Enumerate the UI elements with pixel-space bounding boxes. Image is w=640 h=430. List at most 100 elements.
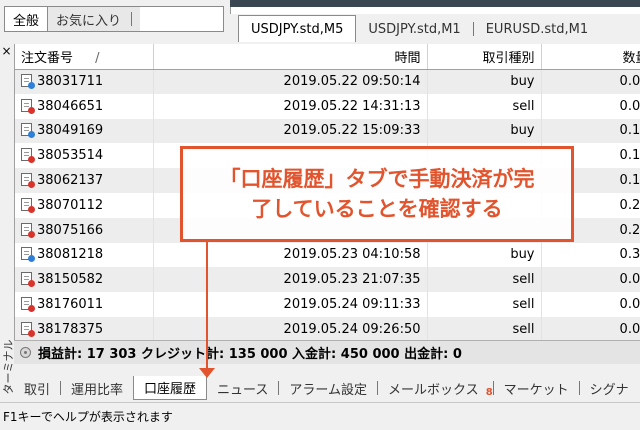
- annotation-arrow-line: [206, 241, 208, 371]
- qty-cell: 0.30: [541, 242, 640, 268]
- nav-tab-favorites-label: お気に入り: [56, 13, 122, 29]
- order-document-icon: [21, 148, 35, 164]
- status-text: F1キーでヘルプが表示されます: [3, 410, 173, 424]
- table-row[interactable]: 38081218 2019.05.23 04:10:58 buy 0.30: [15, 242, 640, 268]
- time-cell: 2019.05.23 04:10:58: [153, 242, 428, 268]
- order-status-dot-icon: [28, 181, 35, 189]
- nav-separator: [131, 12, 133, 26]
- summary-icon: [20, 347, 31, 358]
- tab-news[interactable]: ニュース: [207, 377, 278, 399]
- order-number: 38031711: [37, 74, 104, 90]
- order-status-dot-icon: [28, 329, 35, 337]
- chart-window-frame: [230, 7, 640, 14]
- order-number: 38178375: [37, 321, 104, 337]
- tab-alerts[interactable]: アラーム設定: [279, 377, 377, 399]
- time-cell: 2019.05.22 09:50:14: [153, 69, 428, 94]
- time-cell: 2019.05.24 09:26:50: [153, 316, 428, 340]
- column-header-type[interactable]: 取引種別: [427, 44, 542, 70]
- tab-signals[interactable]: シグナ: [580, 377, 639, 399]
- order-document-icon: [21, 321, 35, 337]
- order-document-icon: [21, 297, 35, 313]
- column-header-order-label: 注文番号: [21, 50, 74, 66]
- order-cell: 38046651: [15, 93, 154, 119]
- table-header-row: 注文番号 / 時間 取引種別 数量: [15, 44, 640, 70]
- column-header-qty[interactable]: 数量: [541, 44, 640, 70]
- order-number: 38062137: [37, 173, 104, 189]
- qty-cell: 0.05: [541, 69, 640, 94]
- annotation-arrow-head-icon: [199, 368, 215, 378]
- terminal-side-label: ターミナル: [0, 338, 15, 400]
- order-number: 38049169: [37, 123, 104, 139]
- tab-market[interactable]: マーケット: [494, 377, 579, 399]
- order-document-icon: [21, 222, 35, 238]
- nav-tab-general[interactable]: 全般: [5, 7, 49, 31]
- navigator-tabs: 全般 お気に入り: [4, 6, 224, 32]
- time-cell: 2019.05.22 14:31:13: [153, 93, 428, 119]
- summary-text: 損益計: 17 303 クレジット計: 135 000 入金計: 450 000…: [38, 347, 462, 362]
- annotation-callout: 「口座履歴」タブで手動決済が完 了していることを確認する: [180, 146, 574, 242]
- tab-exposure[interactable]: 運用比率: [61, 377, 133, 399]
- order-status-dot-icon: [28, 305, 35, 313]
- column-header-order[interactable]: 注文番号 /: [15, 44, 154, 70]
- chart-tab-usdjpy-m1[interactable]: USDJPY.std,M1: [356, 17, 472, 42]
- table-row[interactable]: 38150582 2019.05.23 21:07:35 sell 0.05: [15, 267, 640, 293]
- order-cell: 38062137: [15, 168, 154, 193]
- table-row[interactable]: 38049169 2019.05.22 15:09:33 buy 0.10: [15, 118, 640, 144]
- chart-tab-eurusd-m1[interactable]: EURUSD.std,M1: [474, 17, 600, 42]
- order-document-icon: [21, 173, 35, 189]
- terminal-label: ターミナル: [2, 339, 15, 395]
- order-number: 38053514: [37, 148, 104, 164]
- mailbox-count-badge: 8: [485, 387, 493, 398]
- close-icon[interactable]: ×: [0, 44, 13, 58]
- table-row[interactable]: 38176011 2019.05.24 09:11:33 sell 0.05: [15, 292, 640, 317]
- time-cell: 2019.05.23 21:07:35: [153, 267, 428, 293]
- type-cell: sell: [427, 93, 542, 119]
- order-status-dot-icon: [28, 230, 35, 238]
- summary-bar: 損益計: 17 303 クレジット計: 135 000 入金計: 450 000…: [14, 340, 640, 364]
- order-status-dot-icon: [28, 280, 35, 288]
- order-cell: 38176011: [15, 292, 154, 317]
- annotation-line-1: 「口座履歴」タブで手動決済が完: [219, 167, 535, 191]
- order-status-dot-icon: [28, 156, 35, 164]
- order-document-icon: [21, 197, 35, 213]
- tab-trade[interactable]: 取引: [14, 377, 60, 399]
- order-cell: 38178375: [15, 316, 154, 340]
- order-number: 38070112: [37, 197, 104, 213]
- qty-cell: 0.10: [541, 118, 640, 144]
- table-row[interactable]: 38031711 2019.05.22 09:50:14 buy 0.05: [15, 69, 640, 94]
- order-number: 38150582: [37, 272, 104, 288]
- qty-cell: 0.05: [541, 93, 640, 119]
- tab-mailbox[interactable]: メールボックス 8: [378, 377, 493, 399]
- order-document-icon: [21, 272, 35, 288]
- chart-tabs: USDJPY.std,M5 USDJPY.std,M1 EURUSD.std,M…: [238, 15, 600, 42]
- sort-indicator-icon: /: [95, 50, 100, 66]
- order-document-icon: [21, 123, 35, 139]
- column-header-time[interactable]: 時間: [153, 44, 428, 70]
- type-cell: sell: [427, 267, 542, 293]
- order-status-dot-icon: [28, 205, 35, 213]
- tab-account-history[interactable]: 口座履歴: [133, 376, 208, 400]
- type-cell: buy: [427, 69, 542, 94]
- order-cell: 38081218: [15, 242, 154, 268]
- order-status-dot-icon: [28, 255, 35, 263]
- order-number: 38081218: [37, 247, 104, 263]
- order-document-icon: [21, 98, 35, 114]
- terminal-tabs: 取引 運用比率 口座履歴 ニュース アラーム設定 メールボックス 8 マーケット…: [14, 376, 640, 400]
- order-cell: 38150582: [15, 267, 154, 293]
- order-document-icon: [21, 74, 35, 90]
- order-document-icon: [21, 247, 35, 263]
- order-cell: 38075166: [15, 217, 154, 243]
- chart-tab-usdjpy-m5[interactable]: USDJPY.std,M5: [238, 15, 357, 42]
- order-number: 38075166: [37, 222, 104, 238]
- qty-cell: 0.05: [541, 267, 640, 293]
- table-row[interactable]: 38046651 2019.05.22 14:31:13 sell 0.05: [15, 93, 640, 119]
- status-bar: F1キーでヘルプが表示されます: [0, 402, 640, 430]
- table-row[interactable]: 38178375 2019.05.24 09:26:50 sell 0.05: [15, 316, 640, 340]
- type-cell: sell: [427, 292, 542, 317]
- order-cell: 38031711: [15, 69, 154, 94]
- type-cell: buy: [427, 118, 542, 144]
- order-cell: 38053514: [15, 143, 154, 169]
- order-cell: 38049169: [15, 118, 154, 144]
- nav-tab-favorites[interactable]: お気に入り: [48, 7, 141, 31]
- tab-mailbox-label: メールボックス: [388, 382, 479, 398]
